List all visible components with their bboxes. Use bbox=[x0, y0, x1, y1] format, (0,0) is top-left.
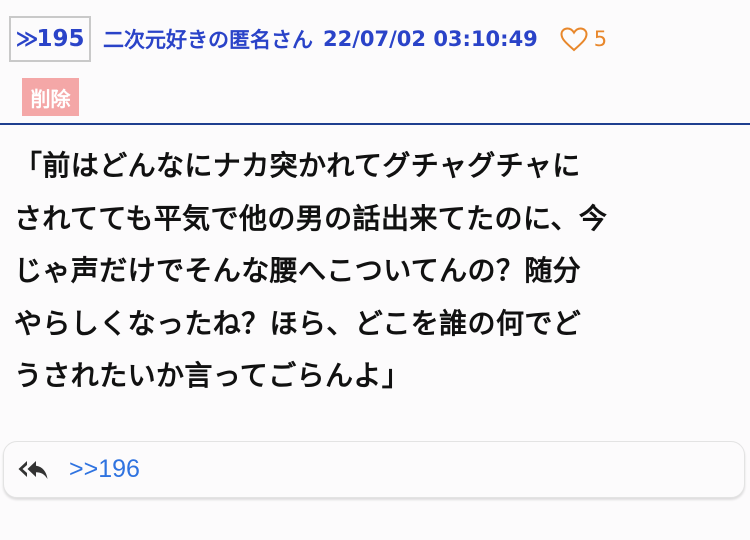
header-divider bbox=[0, 123, 750, 125]
delete-button[interactable]: 削除 bbox=[22, 78, 79, 116]
post-datetime: 22/07/02 03:10:49 bbox=[323, 27, 538, 51]
post-body: 「前はどんなにナカ突かれてグチャグチャに されてても平気で他の男の話出来てたのに… bbox=[14, 140, 742, 403]
post-header: ≫ 195 二次元好きの匿名さん 22/07/02 03:10:49 5 bbox=[9, 14, 607, 64]
post-number: 195 bbox=[36, 26, 85, 52]
post-number-anchor[interactable]: ≫ 195 bbox=[9, 16, 91, 62]
double-chevron-icon: ≫ bbox=[15, 26, 38, 52]
post-body-line: されてても平気で他の男の話出来てたのに、今 bbox=[14, 201, 608, 235]
post-body-line: じゃ声だけでそんな腰へこついてんの？随分 bbox=[14, 254, 582, 287]
reply-bar: >>196 bbox=[3, 441, 745, 498]
post-body-line: やらしくなったね？ほら、どこを誰の何でど bbox=[14, 306, 582, 340]
post-body-line: うされたいか言ってごらんよ」 bbox=[14, 359, 411, 392]
post-card: ≫ 195 二次元好きの匿名さん 22/07/02 03:10:49 5 削除 … bbox=[0, 0, 750, 540]
heart-outline-icon bbox=[560, 26, 588, 51]
post-body-line: 「前はどんなにナカ突かれてグチャグチャに bbox=[14, 149, 581, 182]
reply-link[interactable]: >>196 bbox=[69, 455, 140, 484]
like-count: 5 bbox=[593, 27, 608, 51]
author-name: 二次元好きの匿名さん bbox=[103, 28, 313, 52]
like-button[interactable]: 5 bbox=[560, 26, 608, 52]
reply-all-icon[interactable] bbox=[17, 458, 51, 482]
